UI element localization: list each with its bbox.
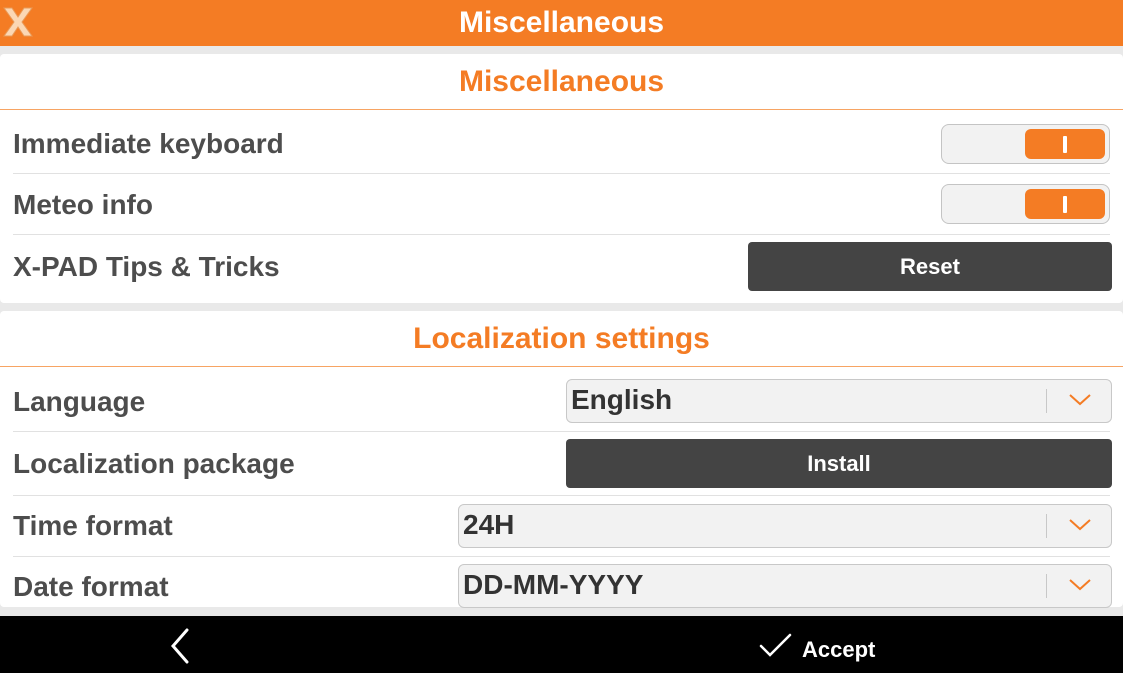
bottom-bar: Accept [0,616,1123,673]
miscellaneous-section-header: Miscellaneous [0,54,1123,110]
date-format-value: DD-MM-YYYY [463,569,644,600]
install-package-button[interactable]: Install [566,439,1112,488]
divider [13,495,1110,496]
page-title: Miscellaneous [458,6,665,39]
chevron-down-icon [1069,519,1091,531]
chevron-down-icon [1069,579,1091,591]
localization-section-header: Localization settings [0,311,1123,367]
title-bar: Miscellaneous [0,0,1123,46]
date-format-select[interactable]: DD-MM-YYYY [458,564,1112,608]
toggle-knob [1025,189,1105,219]
select-separator [1046,574,1047,598]
back-button[interactable] [160,626,200,666]
select-separator [1046,389,1047,413]
divider [13,173,1110,174]
toggle-knob [1025,129,1105,159]
meteo-info-label: Meteo info [13,189,153,220]
divider [13,431,1110,432]
select-separator [1046,514,1047,538]
localization-package-label: Localization package [13,448,295,479]
immediate-keyboard-label: Immediate keyboard [13,128,284,159]
chevron-left-icon [171,628,189,664]
localization-panel: Localization settings Language English L… [0,311,1123,608]
divider [13,234,1110,235]
tips-tricks-label: X-PAD Tips & Tricks [13,251,280,282]
accept-label: Accept [802,637,876,662]
miscellaneous-panel: Miscellaneous Immediate keyboard Meteo i… [0,54,1123,303]
checkmark-icon [759,633,792,657]
time-format-value: 24H [463,509,515,540]
time-format-label: Time format [13,510,173,541]
language-value: English [571,384,673,415]
divider [13,556,1110,557]
chevron-down-icon [1069,394,1091,406]
meteo-info-toggle[interactable] [941,184,1110,224]
immediate-keyboard-toggle[interactable] [941,124,1110,164]
reset-tips-button[interactable]: Reset [748,242,1112,291]
time-format-select[interactable]: 24H [458,504,1112,548]
language-label: Language [13,386,146,417]
language-select[interactable]: English [566,379,1112,423]
date-format-label: Date format [13,571,169,602]
